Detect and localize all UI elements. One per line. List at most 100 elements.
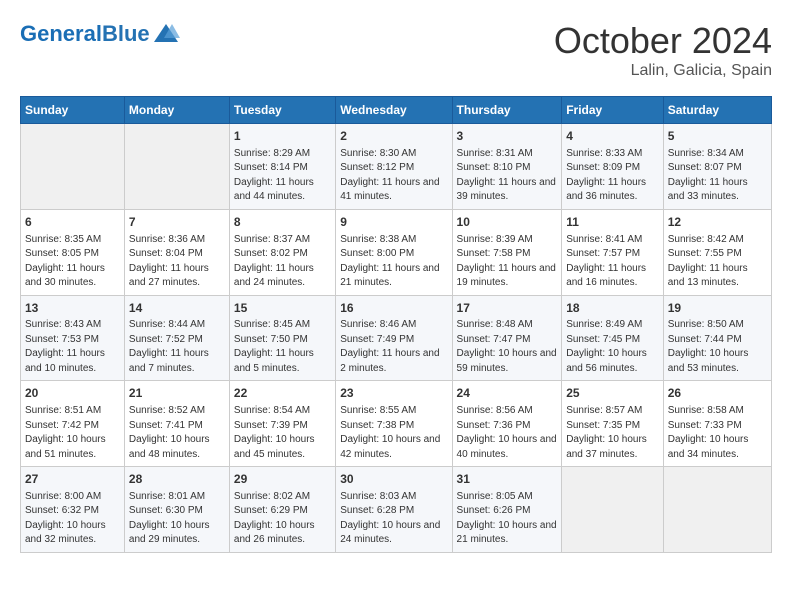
cell-content: Sunrise: 8:01 AM Sunset: 6:30 PM Dayligh… bbox=[129, 490, 225, 548]
day-number: 3 bbox=[457, 128, 558, 145]
calendar-cell: 17Sunrise: 8:48 AM Sunset: 7:47 PM Dayli… bbox=[452, 295, 562, 381]
calendar-cell bbox=[124, 124, 229, 210]
cell-content: Sunrise: 8:52 AM Sunset: 7:41 PM Dayligh… bbox=[129, 404, 225, 462]
day-number: 21 bbox=[129, 385, 225, 402]
weekday-header: Thursday bbox=[452, 97, 562, 124]
calendar-table: SundayMondayTuesdayWednesdayThursdayFrid… bbox=[20, 96, 772, 553]
month-title: October 2024 bbox=[554, 20, 772, 62]
day-number: 9 bbox=[340, 214, 447, 231]
weekday-header: Tuesday bbox=[229, 97, 335, 124]
week-row: 13Sunrise: 8:43 AM Sunset: 7:53 PM Dayli… bbox=[21, 295, 772, 381]
calendar-cell bbox=[663, 467, 771, 553]
day-number: 17 bbox=[457, 300, 558, 317]
calendar-cell: 15Sunrise: 8:45 AM Sunset: 7:50 PM Dayli… bbox=[229, 295, 335, 381]
weekday-header: Monday bbox=[124, 97, 229, 124]
day-number: 11 bbox=[566, 214, 659, 231]
calendar-cell: 30 Sunrise: 8:03 AM Sunset: 6:28 PM Dayli… bbox=[336, 467, 452, 553]
calendar-cell: 11Sunrise: 8:41 AM Sunset: 7:57 PM Dayli… bbox=[562, 209, 664, 295]
day-number: 14 bbox=[129, 300, 225, 317]
calendar-cell: 19Sunrise: 8:50 AM Sunset: 7:44 PM Dayli… bbox=[663, 295, 771, 381]
calendar-cell: 28 Sunrise: 8:01 AM Sunset: 6:30 PM Dayli… bbox=[124, 467, 229, 553]
calendar-cell: 16Sunrise: 8:46 AM Sunset: 7:49 PM Dayli… bbox=[336, 295, 452, 381]
logo: GeneralBlue bbox=[20, 20, 180, 48]
day-number: 8 bbox=[234, 214, 331, 231]
day-number: 1 bbox=[234, 128, 331, 145]
cell-content: Sunrise: 8:05 AM Sunset: 6:26 PM Dayligh… bbox=[457, 490, 558, 548]
day-number: 18 bbox=[566, 300, 659, 317]
day-number: 10 bbox=[457, 214, 558, 231]
calendar-cell: 21 Sunrise: 8:52 AM Sunset: 7:41 PM Dayli… bbox=[124, 381, 229, 467]
cell-content: Sunrise: 8:03 AM Sunset: 6:28 PM Dayligh… bbox=[340, 490, 447, 548]
cell-content: Sunrise: 8:46 AM Sunset: 7:49 PM Dayligh… bbox=[340, 318, 447, 376]
cell-content: Sunrise: 8:44 AM Sunset: 7:52 PM Dayligh… bbox=[129, 318, 225, 376]
calendar-cell: 10 Sunrise: 8:39 AM Sunset: 7:58 PM Dayli… bbox=[452, 209, 562, 295]
day-number: 22 bbox=[234, 385, 331, 402]
calendar-body: 1 Sunrise: 8:29 AM Sunset: 8:14 PM Daylig… bbox=[21, 124, 772, 553]
day-number: 30 bbox=[340, 471, 447, 488]
day-number: 6 bbox=[25, 214, 120, 231]
day-number: 29 bbox=[234, 471, 331, 488]
calendar-cell: 12Sunrise: 8:42 AM Sunset: 7:55 PM Dayli… bbox=[663, 209, 771, 295]
header-row: SundayMondayTuesdayWednesdayThursdayFrid… bbox=[21, 97, 772, 124]
day-number: 24 bbox=[457, 385, 558, 402]
calendar-cell: 27 Sunrise: 8:00 AM Sunset: 6:32 PM Dayli… bbox=[21, 467, 125, 553]
weekday-header: Sunday bbox=[21, 97, 125, 124]
calendar-cell: 25Sunrise: 8:57 AM Sunset: 7:35 PM Dayli… bbox=[562, 381, 664, 467]
day-number: 25 bbox=[566, 385, 659, 402]
cell-content: Sunrise: 8:43 AM Sunset: 7:53 PM Dayligh… bbox=[25, 318, 120, 376]
cell-content: Sunrise: 8:48 AM Sunset: 7:47 PM Dayligh… bbox=[457, 318, 558, 376]
calendar-cell: 26Sunrise: 8:58 AM Sunset: 7:33 PM Dayli… bbox=[663, 381, 771, 467]
day-number: 13 bbox=[25, 300, 120, 317]
weekday-header: Wednesday bbox=[336, 97, 452, 124]
calendar-cell: 22 Sunrise: 8:54 AM Sunset: 7:39 PM Dayli… bbox=[229, 381, 335, 467]
calendar-cell: 3Sunrise: 8:31 AM Sunset: 8:10 PM Daylig… bbox=[452, 124, 562, 210]
day-number: 27 bbox=[25, 471, 120, 488]
day-number: 28 bbox=[129, 471, 225, 488]
cell-content: Sunrise: 8:29 AM Sunset: 8:14 PM Dayligh… bbox=[234, 147, 331, 205]
week-row: 20 Sunrise: 8:51 AM Sunset: 7:42 PM Dayli… bbox=[21, 381, 772, 467]
calendar-cell bbox=[562, 467, 664, 553]
day-number: 15 bbox=[234, 300, 331, 317]
cell-content: Sunrise: 8:50 AM Sunset: 7:44 PM Dayligh… bbox=[668, 318, 767, 376]
weekday-header: Saturday bbox=[663, 97, 771, 124]
cell-content: Sunrise: 8:33 AM Sunset: 8:09 PM Dayligh… bbox=[566, 147, 659, 205]
calendar-cell: 8Sunrise: 8:37 AM Sunset: 8:02 PM Daylig… bbox=[229, 209, 335, 295]
calendar-cell: 20 Sunrise: 8:51 AM Sunset: 7:42 PM Dayli… bbox=[21, 381, 125, 467]
cell-content: Sunrise: 8:35 AM Sunset: 8:05 PM Dayligh… bbox=[25, 233, 120, 291]
cell-content: Sunrise: 8:49 AM Sunset: 7:45 PM Dayligh… bbox=[566, 318, 659, 376]
cell-content: Sunrise: 8:36 AM Sunset: 8:04 PM Dayligh… bbox=[129, 233, 225, 291]
cell-content: Sunrise: 8:54 AM Sunset: 7:39 PM Dayligh… bbox=[234, 404, 331, 462]
week-row: 6 Sunrise: 8:35 AM Sunset: 8:05 PM Daylig… bbox=[21, 209, 772, 295]
day-number: 16 bbox=[340, 300, 447, 317]
day-number: 2 bbox=[340, 128, 447, 145]
calendar-cell: 29 Sunrise: 8:02 AM Sunset: 6:29 PM Dayli… bbox=[229, 467, 335, 553]
week-row: 1 Sunrise: 8:29 AM Sunset: 8:14 PM Daylig… bbox=[21, 124, 772, 210]
calendar-cell: 23Sunrise: 8:55 AM Sunset: 7:38 PM Dayli… bbox=[336, 381, 452, 467]
calendar-cell: 9 Sunrise: 8:38 AM Sunset: 8:00 PM Daylig… bbox=[336, 209, 452, 295]
cell-content: Sunrise: 8:38 AM Sunset: 8:00 PM Dayligh… bbox=[340, 233, 447, 291]
logo-text: GeneralBlue bbox=[20, 22, 150, 46]
cell-content: Sunrise: 8:51 AM Sunset: 7:42 PM Dayligh… bbox=[25, 404, 120, 462]
cell-content: Sunrise: 8:39 AM Sunset: 7:58 PM Dayligh… bbox=[457, 233, 558, 291]
cell-content: Sunrise: 8:02 AM Sunset: 6:29 PM Dayligh… bbox=[234, 490, 331, 548]
day-number: 7 bbox=[129, 214, 225, 231]
day-number: 31 bbox=[457, 471, 558, 488]
calendar-cell: 14Sunrise: 8:44 AM Sunset: 7:52 PM Dayli… bbox=[124, 295, 229, 381]
cell-content: Sunrise: 8:55 AM Sunset: 7:38 PM Dayligh… bbox=[340, 404, 447, 462]
calendar-cell: 31 Sunrise: 8:05 AM Sunset: 6:26 PM Dayli… bbox=[452, 467, 562, 553]
cell-content: Sunrise: 8:00 AM Sunset: 6:32 PM Dayligh… bbox=[25, 490, 120, 548]
day-number: 4 bbox=[566, 128, 659, 145]
calendar-cell: 5Sunrise: 8:34 AM Sunset: 8:07 PM Daylig… bbox=[663, 124, 771, 210]
cell-content: Sunrise: 8:45 AM Sunset: 7:50 PM Dayligh… bbox=[234, 318, 331, 376]
calendar-cell: 18Sunrise: 8:49 AM Sunset: 7:45 PM Dayli… bbox=[562, 295, 664, 381]
day-number: 20 bbox=[25, 385, 120, 402]
location-title: Lalin, Galicia, Spain bbox=[554, 62, 772, 80]
calendar-cell: 1 Sunrise: 8:29 AM Sunset: 8:14 PM Daylig… bbox=[229, 124, 335, 210]
cell-content: Sunrise: 8:58 AM Sunset: 7:33 PM Dayligh… bbox=[668, 404, 767, 462]
cell-content: Sunrise: 8:56 AM Sunset: 7:36 PM Dayligh… bbox=[457, 404, 558, 462]
page-header: GeneralBlue October 2024 Lalin, Galicia,… bbox=[20, 20, 772, 80]
day-number: 19 bbox=[668, 300, 767, 317]
calendar-header: SundayMondayTuesdayWednesdayThursdayFrid… bbox=[21, 97, 772, 124]
calendar-cell: 2Sunrise: 8:30 AM Sunset: 8:12 PM Daylig… bbox=[336, 124, 452, 210]
day-number: 12 bbox=[668, 214, 767, 231]
